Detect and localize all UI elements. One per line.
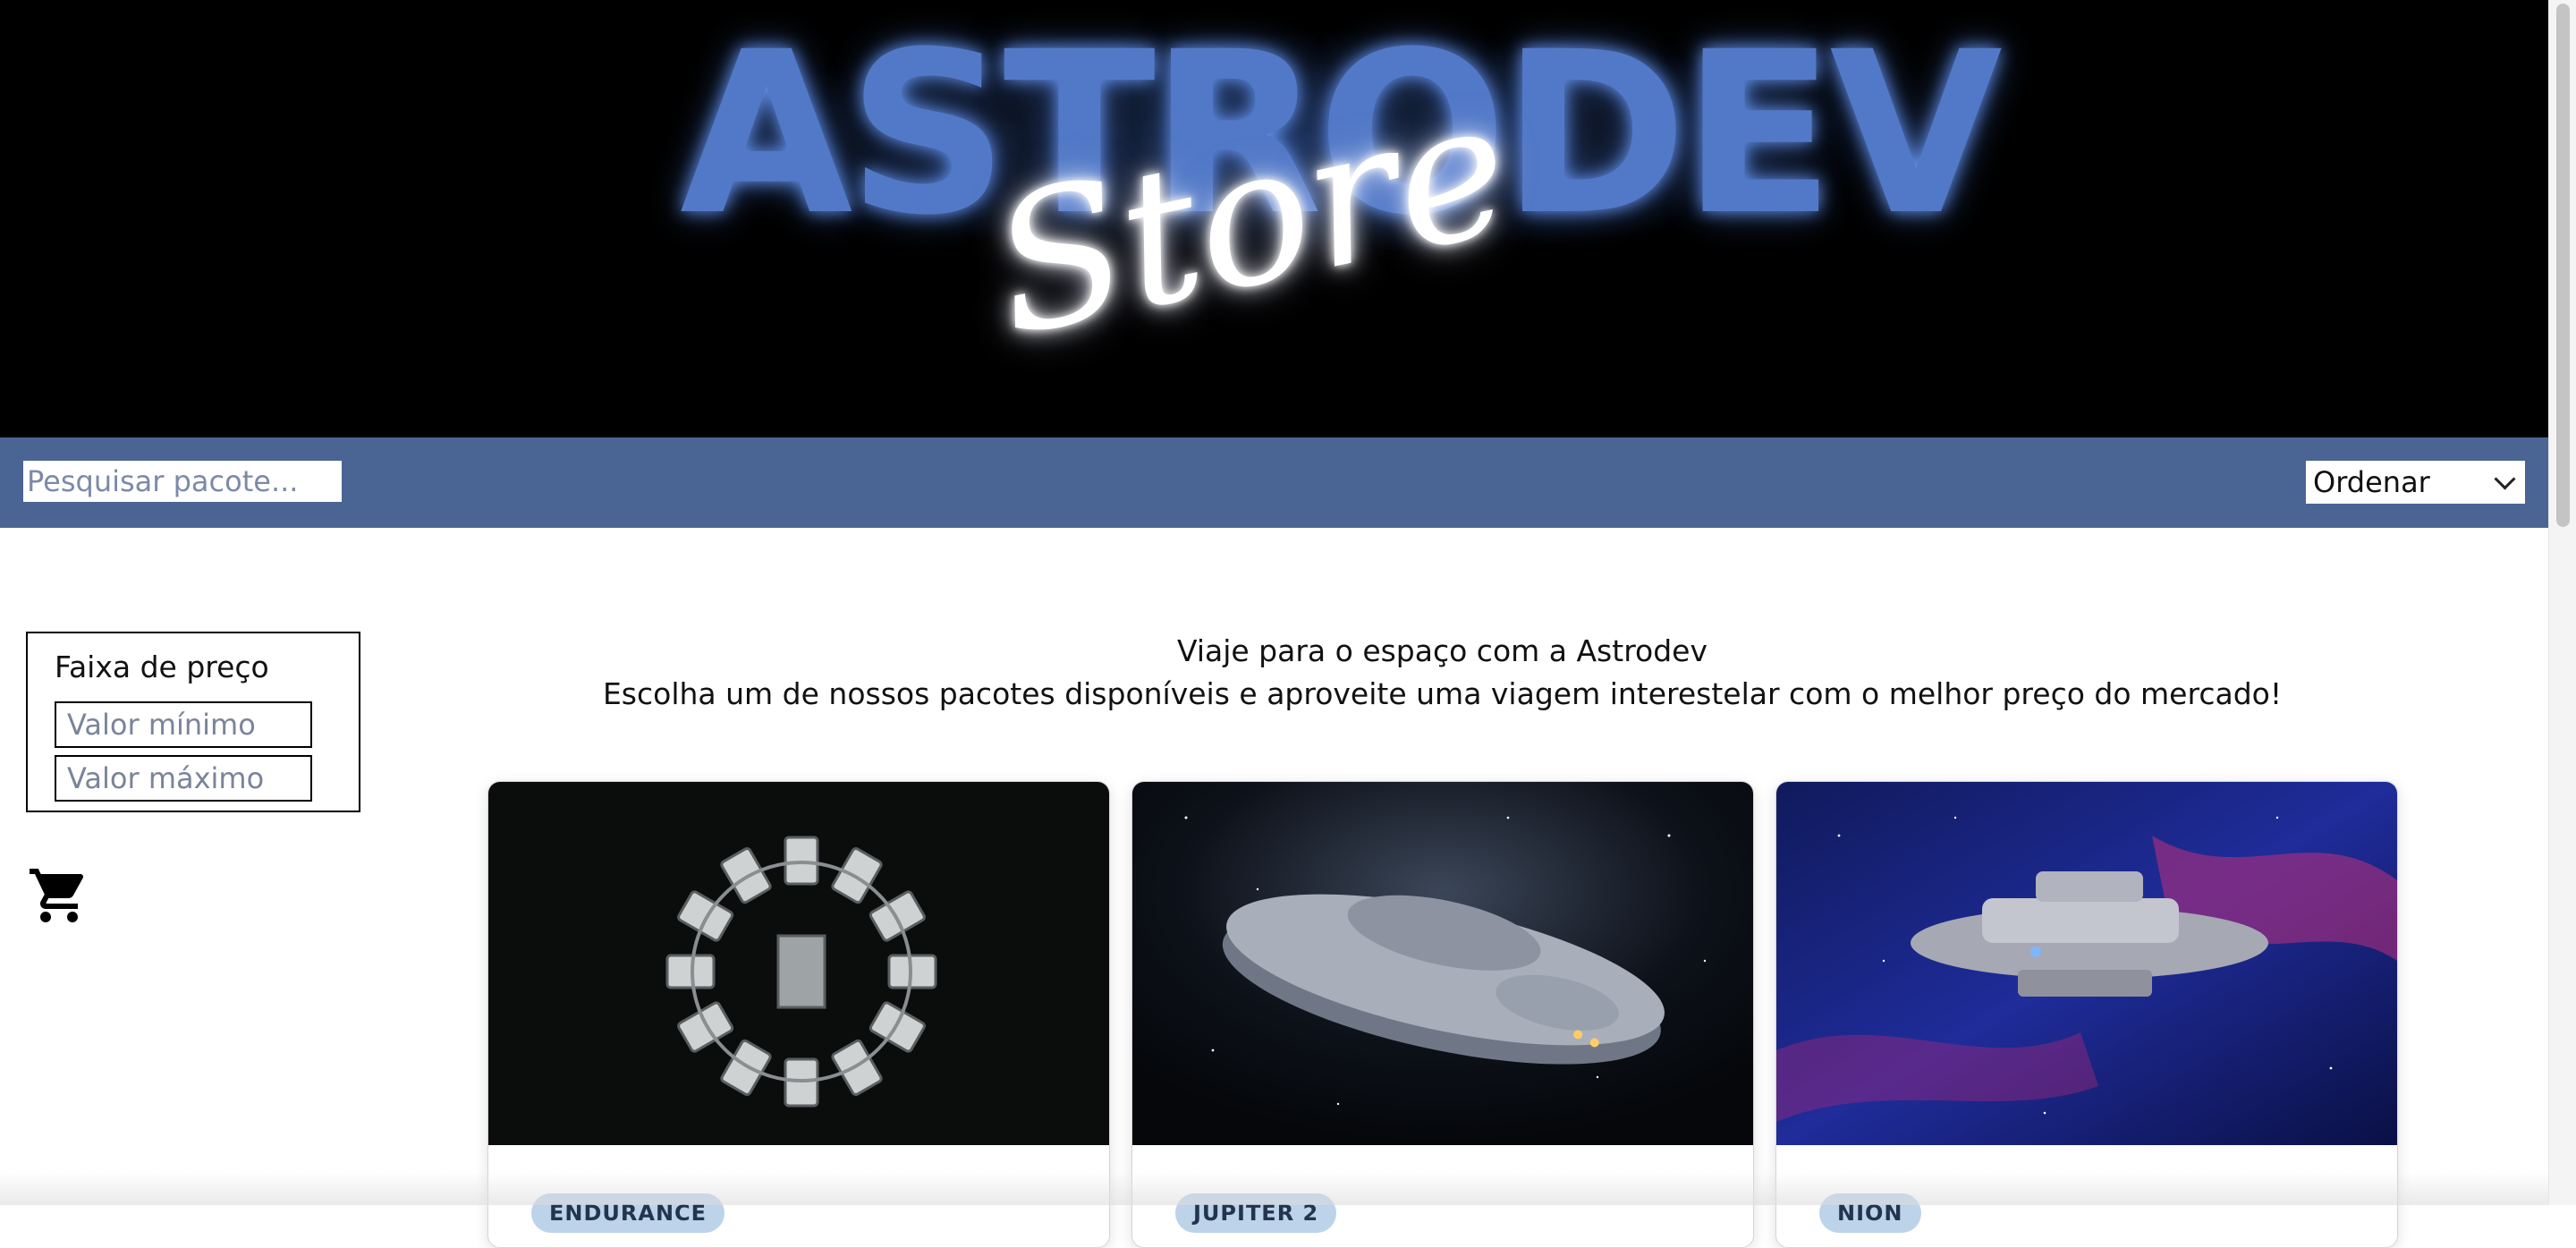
page-scrollbar[interactable] [2548,0,2576,1205]
price-range-title: Faixa de preço [55,649,269,684]
shopping-cart-icon[interactable] [27,863,91,928]
search-input[interactable] [23,461,342,502]
intro-subheading: Escolha um de nossos pacotes disponíveis… [602,676,2283,711]
hero-banner: ASTRODEV Store [0,0,2548,437]
sort-select-label: Ordenar [2313,465,2430,499]
toolbar: Ordenar [0,437,2548,528]
chevron-down-icon [2494,467,2516,490]
intro-section: Viaje para o espaço com a Astrodev Escol… [483,630,2402,716]
product-image-jupiter-2[interactable] [1132,782,1753,1145]
bottom-fade [0,1172,2548,1205]
price-range-filter: Faixa de preço [26,632,360,812]
product-image-endurance[interactable] [488,782,1109,1145]
scrollbar-thumb[interactable] [2556,4,2570,527]
sort-select[interactable]: Ordenar [2306,461,2525,504]
max-price-input[interactable] [55,755,312,802]
min-price-input[interactable] [55,701,312,748]
intro-heading: Viaje para o espaço com a Astrodev [1176,633,1708,668]
product-image-nion[interactable] [1776,782,2397,1145]
